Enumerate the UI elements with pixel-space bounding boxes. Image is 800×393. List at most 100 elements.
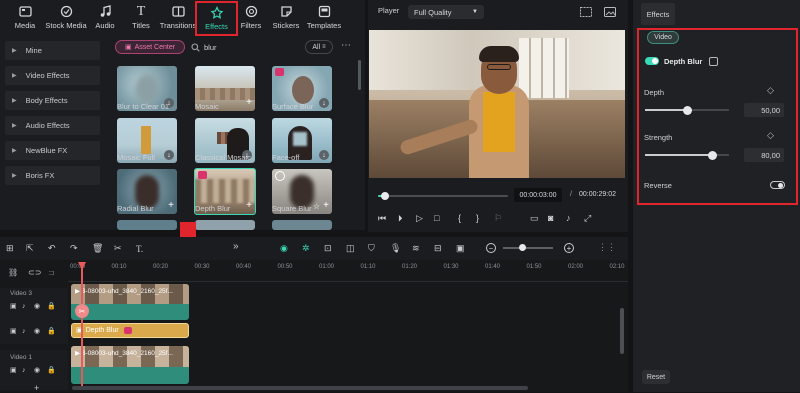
lock-icon[interactable]: 🔒 [47,327,57,335]
depth-slider-knob[interactable] [682,105,692,115]
layout-icon[interactable]: ⊞ [6,243,26,254]
grid-view-icon[interactable] [580,7,592,17]
depth-slider[interactable] [645,105,729,115]
download-icon[interactable]: ↓ [319,98,329,108]
sidebar-item-newblue-fx[interactable]: ▶ NewBlue FX [5,141,100,160]
playback-progress-knob[interactable] [381,192,390,200]
tab-video[interactable]: Video [647,31,679,44]
text-icon[interactable]: T. [136,244,158,254]
auto-sync-icon[interactable]: ⊡ [324,243,346,254]
toolbar-media[interactable]: Media [3,2,47,34]
marker-icon[interactable]: ◫ [346,243,368,254]
effect-enable-toggle[interactable] [645,57,659,65]
add-icon[interactable]: + [246,200,252,211]
sidebar-item-mine[interactable]: ▶ Mine [5,41,100,60]
mute-icon[interactable]: ♪ [22,303,34,310]
visibility-eye-icon[interactable]: ◉ [34,366,47,374]
timeline-clip-video-bottom[interactable]: ▶ 3-08003-uhd_3840_2160_25f... [71,346,189,384]
effects-search-input[interactable]: blur [191,40,301,54]
toolbar-transitions[interactable]: Transitions [156,2,200,34]
playback-progress-track[interactable] [378,192,508,200]
delete-icon[interactable]: 🗑 [92,243,114,254]
filter-all-dropdown[interactable]: All ≡ [305,40,333,54]
mute-icon[interactable]: ♪ [22,328,34,335]
strength-slider[interactable] [645,150,729,160]
redo-icon[interactable]: ↷ [70,243,92,254]
timeline-horizontal-scrollbar[interactable] [72,386,528,390]
snapshot-image-icon[interactable] [604,7,616,17]
video-preview[interactable] [369,30,625,178]
more-tools-icon[interactable]: » [233,241,239,252]
timeline-clip-depth-blur[interactable]: ▣ Depth Blur [71,323,189,338]
playhead[interactable] [81,266,83,390]
quality-dropdown[interactable]: Full Quality ▼ [408,5,484,19]
split-scissors-icon[interactable]: ✂ [114,243,136,254]
visibility-eye-icon[interactable]: ◉ [34,302,47,310]
video-track-icon[interactable]: ▣ [10,327,22,335]
pip-icon[interactable]: ▣ [456,243,478,254]
zoom-slider-knob[interactable] [519,244,526,251]
video-track-icon[interactable]: ▣ [10,366,22,374]
lock-icon[interactable]: 🔒 [47,302,57,310]
zoom-out-icon[interactable]: − [486,243,496,253]
display-icon[interactable]: ▭ [530,213,548,224]
lock-icon[interactable]: 🔒 [47,366,57,374]
more-options-icon[interactable]: ⋮⋮ [598,242,616,253]
timeline-vertical-scrollbar[interactable] [620,308,624,354]
markers-icon[interactable]: ⚐ [494,213,516,224]
zoom-slider[interactable] [503,244,553,251]
stop-icon[interactable]: □ [434,213,452,223]
download-icon[interactable]: ↓ [319,150,329,160]
more-options-icon[interactable]: ⋯ [341,40,351,51]
undo-icon[interactable]: ↶ [48,243,70,254]
strength-slider-knob[interactable] [707,150,717,160]
render-icon[interactable]: ◉ [280,243,302,254]
add-icon[interactable]: + [168,200,174,211]
select-arrow-icon[interactable]: ⇱ [26,243,48,254]
reset-button[interactable]: Reset [642,370,670,384]
add-icon[interactable]: + [323,200,329,211]
zoom-in-icon[interactable]: + [564,243,574,253]
camera-snapshot-icon[interactable]: ◙ [548,213,566,223]
play-icon[interactable]: ▷ [416,213,434,224]
tab-effects[interactable]: Effects [641,3,675,25]
shield-icon[interactable]: ⛉ [368,243,390,254]
microphone-icon[interactable]: 🎙 [390,243,412,254]
ripple-icon[interactable]: ⊐ [48,268,66,277]
sidebar-item-audio-effects[interactable]: ▶ Audio Effects [5,116,100,135]
fullscreen-icon[interactable]: ⤢ [584,213,598,224]
reverse-toggle[interactable] [770,181,785,189]
play-clip-icon[interactable]: ⏵ [398,213,416,224]
prev-frame-icon[interactable]: ⏮ [378,213,394,224]
favorite-icon[interactable]: ☆ [313,202,320,211]
video-track-icon[interactable]: ▣ [10,302,22,310]
grid-scrollbar[interactable] [358,60,361,90]
volume-icon[interactable]: ♪ [566,213,584,223]
timeline-clip-video-top[interactable]: ▶ 3-08003-uhd_3840_2160_25f... [71,284,189,320]
asset-center-button[interactable]: ▣ Asset Center [115,40,185,54]
split-marker-icon[interactable]: ✂ [75,304,89,318]
sidebar-item-boris-fx[interactable]: ▶ Boris FX [5,166,100,185]
toolbar-templates[interactable]: Templates [300,2,348,34]
subtitle-icon[interactable]: ⊟ [434,243,456,254]
mark-out-icon[interactable]: } [476,213,494,223]
strength-value-field[interactable]: 80,00 [744,148,784,162]
effect-options-icon[interactable] [709,57,718,66]
download-icon[interactable]: ↓ [164,150,174,160]
sidebar-item-body-effects[interactable]: ▶ Body Effects [5,91,100,110]
effect-tile-partial[interactable] [272,220,332,230]
link-icon[interactable]: ⛓ [8,268,28,277]
ai-icon[interactable]: ✲ [302,243,324,254]
add-icon[interactable]: + [246,97,252,108]
voice-icon[interactable]: ≋ [412,243,434,254]
snap-icon[interactable]: ⊂⊃ [28,268,48,277]
mute-icon[interactable]: ♪ [22,367,34,374]
depth-value-field[interactable]: 50,00 [744,103,784,117]
mark-in-icon[interactable]: { [458,213,476,223]
timeline-ruler[interactable]: 00:00 00:10 00:20 00:30 00:40 00:50 01:00 01:10… [68,260,628,282]
strength-keyframe-icon[interactable]: ◇ [767,130,774,141]
depth-keyframe-icon[interactable]: ◇ [767,85,774,96]
sidebar-item-video-effects[interactable]: ▶ Video Effects [5,66,100,85]
current-timecode[interactable]: 00:00:03:00 [514,188,562,202]
visibility-eye-icon[interactable]: ◉ [34,327,47,335]
